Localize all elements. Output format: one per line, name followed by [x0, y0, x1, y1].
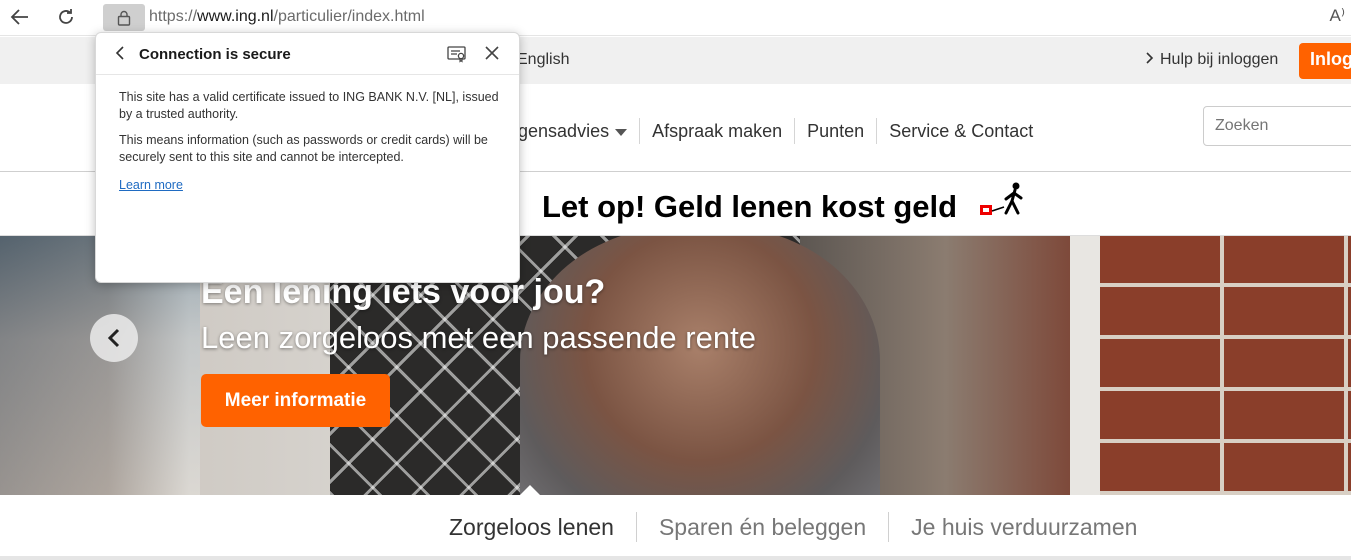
popup-title: Connection is secure	[139, 46, 291, 63]
tab-sparen-beleggen[interactable]: Sparen én beleggen	[635, 512, 888, 542]
address-bar[interactable]: https://www.ing.nl/particulier/index.htm…	[149, 8, 425, 26]
nav-item-advies[interactable]: ogensadvies	[508, 118, 639, 144]
nav-item-service[interactable]: Service & Contact	[876, 118, 1045, 144]
active-tab-indicator	[519, 485, 541, 496]
reload-icon[interactable]	[52, 4, 80, 30]
nav-item-punten[interactable]: Punten	[794, 118, 876, 144]
url-domain: www.ing.nl	[197, 8, 274, 25]
tab-huis-verduurzamen[interactable]: Je huis verduurzamen	[888, 512, 1159, 542]
search-input[interactable]	[1203, 106, 1351, 146]
read-aloud-icon[interactable]: A⁾	[1329, 6, 1345, 26]
carousel-prev-button[interactable]	[90, 314, 138, 362]
chevron-left-icon[interactable]	[115, 46, 125, 65]
walking-person-icon	[978, 181, 1028, 226]
nav-menu: ogensadvies Afspraak maken Punten Servic…	[508, 118, 1045, 144]
learn-more-link[interactable]: Learn more	[119, 178, 183, 192]
connection-secure-popup: Connection is secure This site has a val…	[95, 32, 520, 283]
popup-header: Connection is secure	[96, 33, 519, 75]
language-link[interactable]: English	[517, 51, 569, 69]
certificate-info-text: This site has a valid certificate issued…	[119, 90, 499, 121]
divider	[0, 556, 1351, 560]
help-login-link[interactable]: Hulp bij inloggen	[1146, 51, 1278, 69]
popup-body: This site has a valid certificate issued…	[119, 89, 504, 175]
close-icon[interactable]	[484, 45, 500, 66]
product-tabs: Zorgeloos lenen Sparen én beleggen Je hu…	[0, 485, 1351, 560]
hero-background-wall	[1100, 236, 1351, 495]
url-prefix: https://	[149, 8, 198, 25]
nav-item-afspraak[interactable]: Afspraak maken	[639, 118, 794, 144]
tab-row: Zorgeloos lenen Sparen én beleggen Je hu…	[449, 512, 1159, 542]
tab-zorgeloos-lenen[interactable]: Zorgeloos lenen	[449, 512, 636, 542]
url-path: /particulier/index.html	[273, 8, 425, 25]
hero-subtitle: Leen zorgeloos met een passende rente	[201, 320, 756, 355]
nav-item-label: ogensadvies	[508, 121, 610, 141]
help-login-label: Hulp bij inloggen	[1160, 51, 1279, 68]
caret-down-icon	[615, 128, 628, 136]
chevron-left-icon	[107, 328, 120, 348]
certificate-icon[interactable]	[447, 45, 467, 68]
back-arrow-icon[interactable]	[6, 4, 34, 30]
chevron-right-icon	[1146, 51, 1154, 69]
browser-toolbar: https://www.ing.nl/particulier/index.htm…	[0, 0, 1351, 36]
site-info-button[interactable]	[103, 4, 145, 31]
login-button[interactable]: Inlog	[1299, 43, 1351, 79]
lock-icon	[117, 10, 131, 26]
warning-text: Let op! Geld lenen kost geld	[542, 189, 958, 224]
more-info-button[interactable]: Meer informatie	[201, 374, 390, 427]
encryption-info-text: This means information (such as password…	[119, 133, 488, 164]
